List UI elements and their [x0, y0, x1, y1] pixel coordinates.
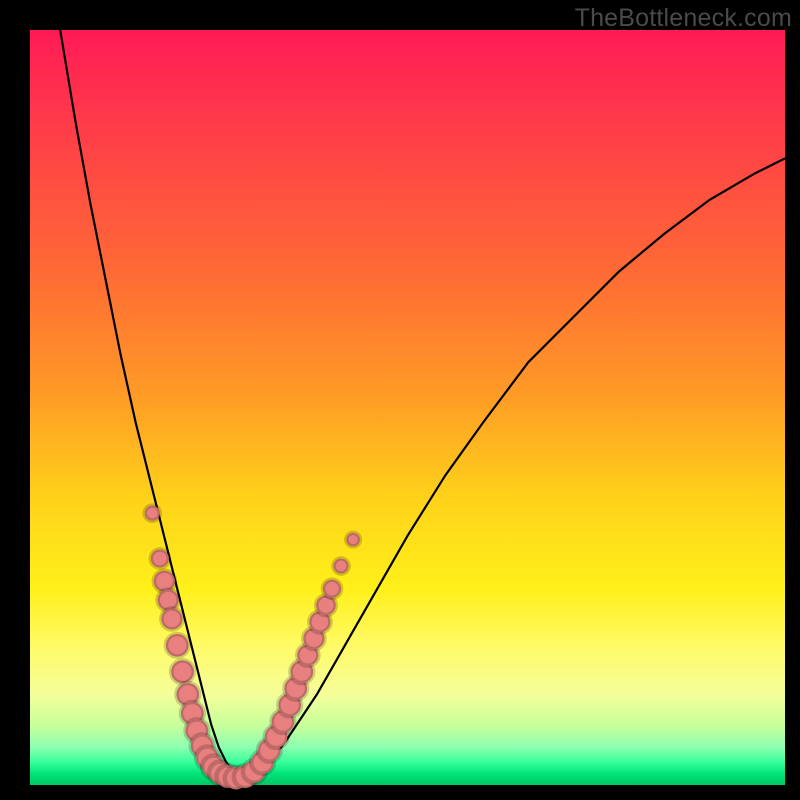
chart-svg: [30, 30, 785, 785]
bead-marker: [161, 608, 182, 629]
bead-marker: [166, 634, 189, 657]
bead-marker: [145, 506, 160, 521]
bead-marker: [334, 559, 349, 574]
bead-marker: [323, 580, 341, 598]
watermark-text: TheBottleneck.com: [575, 4, 792, 33]
bead-cluster: [145, 506, 360, 790]
plot-area: [30, 30, 785, 785]
bead-marker: [171, 660, 194, 683]
bead-marker: [151, 549, 169, 567]
chart-frame: TheBottleneck.com: [0, 0, 800, 800]
bead-marker: [346, 533, 360, 547]
bottleneck-curve: [60, 30, 785, 777]
